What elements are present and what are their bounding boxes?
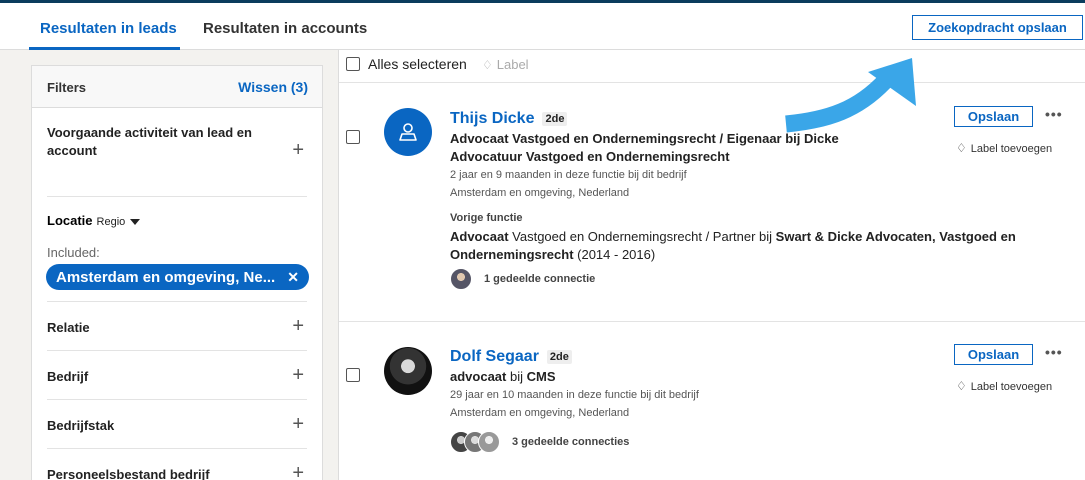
degree-badge: 2de (546, 350, 572, 364)
pill-label: Amsterdam en omgeving, Ne... (56, 268, 276, 286)
filter-label: Bedrijfstak (47, 418, 115, 433)
filter-location: Locatie Regio Included: Amsterdam en omge… (46, 197, 309, 302)
lead-card: Thijs Dicke 2de Advocaat Vastgoed en Ond… (339, 84, 1085, 322)
more-options-icon[interactable]: ••• (1045, 106, 1063, 122)
lead-actions: Opslaan ••• ♢ Label toevoegen (954, 106, 1074, 155)
shared-connections-label: 1 gedeelde connectie (484, 273, 596, 285)
tab-leads-results[interactable]: Resultaten in leads (40, 20, 177, 37)
select-all-label[interactable]: Alles selecteren (368, 56, 467, 72)
region-dropdown[interactable]: Regio (97, 216, 141, 228)
tag-icon: ♢ (482, 58, 493, 72)
filter-previous-activity[interactable]: Voorgaande activiteit van lead en accoun… (47, 108, 307, 197)
tab-bar: Resultaten in leads Resultaten in accoun… (0, 3, 1085, 50)
selection-bar: Alles selecteren ♢ Label (339, 50, 1085, 83)
add-label-link[interactable]: ♢ Label toevoegen (956, 141, 1074, 155)
filter-label: Relatie (47, 320, 90, 335)
lead-title: advocaat bij CMS (450, 369, 556, 384)
clear-filters-link[interactable]: Wissen (3) (238, 79, 308, 95)
person-silhouette-icon (399, 123, 417, 141)
results-list: Alles selecteren ♢ Label Thijs Dicke 2de … (339, 50, 1085, 480)
filter-panel: Filters Wissen (3) Voorgaande activiteit… (31, 65, 323, 480)
filter-label: Bedrijf (47, 369, 89, 384)
add-label-link[interactable]: ♢ Label toevoegen (956, 379, 1074, 393)
tab-accounts-results[interactable]: Resultaten in accounts (203, 20, 367, 37)
curved-arrow-icon (785, 58, 916, 133)
plus-icon[interactable]: + (292, 414, 304, 434)
tag-icon: ♢ (956, 141, 967, 155)
tag-icon: ♢ (956, 379, 967, 393)
previous-role: Advocaat Vastgoed en Ondernemingsrecht /… (450, 229, 1016, 262)
close-icon[interactable]: ✕ (287, 269, 299, 286)
plus-icon[interactable]: + (292, 140, 304, 160)
save-search-button[interactable]: Zoekopdracht opslaan (912, 15, 1083, 40)
filter-label: Locatie (47, 213, 93, 228)
save-lead-button[interactable]: Opslaan (954, 106, 1033, 127)
lead-name-link[interactable]: Thijs Dicke (450, 110, 534, 128)
filter-relation[interactable]: Relatie + (47, 302, 307, 351)
caret-down-icon (130, 219, 141, 226)
degree-badge: 2de (542, 112, 568, 126)
lead-info: Dolf Segaar 2de advocaat bij CMS 29 jaar… (450, 348, 930, 453)
lead-location: Amsterdam en omgeving, Nederland (450, 407, 630, 419)
previous-role-heading: Vorige functie (450, 212, 523, 224)
filter-company[interactable]: Bedrijf + (47, 351, 307, 400)
lead-name-link[interactable]: Dolf Segaar (450, 348, 539, 366)
filter-label: Voorgaande activiteit van lead en accoun… (47, 125, 252, 158)
included-label: Included: (47, 245, 100, 260)
select-all-checkbox[interactable] (346, 57, 360, 71)
plus-icon[interactable]: + (292, 365, 304, 385)
filter-industry[interactable]: Bedrijfstak + (47, 400, 307, 449)
connection-avatar (478, 431, 500, 453)
shared-connections[interactable]: 1 gedeelde connectie (450, 268, 1050, 290)
lead-checkbox[interactable] (346, 368, 360, 382)
active-tab-underline (29, 47, 180, 50)
lead-tenure: 2 jaar en 9 maanden in deze functie bij … (450, 169, 687, 181)
avatar[interactable] (384, 108, 432, 156)
avatar[interactable] (384, 347, 432, 395)
shared-connections-label: 3 gedeelde connecties (512, 436, 630, 448)
location-filter-pill: Amsterdam en omgeving, Ne... ✕ (46, 264, 309, 290)
filter-label: Personeelsbestand bedrijf (47, 467, 210, 480)
lead-actions: Opslaan ••• ♢ Label toevoegen (954, 344, 1074, 393)
lead-card: Dolf Segaar 2de advocaat bij CMS 29 jaar… (339, 323, 1085, 480)
lead-tenure: 29 jaar en 10 maanden in deze functie bi… (450, 389, 699, 401)
plus-icon[interactable]: + (292, 316, 304, 336)
filter-headcount[interactable]: Personeelsbestand bedrijf + (47, 449, 307, 480)
lead-checkbox[interactable] (346, 130, 360, 144)
shared-connections[interactable]: 3 gedeelde connecties (450, 431, 930, 453)
label-button[interactable]: ♢ Label (482, 57, 529, 72)
plus-icon[interactable]: + (292, 463, 304, 480)
lead-location: Amsterdam en omgeving, Nederland (450, 187, 630, 199)
filters-title: Filters (47, 80, 87, 95)
save-lead-button[interactable]: Opslaan (954, 344, 1033, 365)
more-options-icon[interactable]: ••• (1045, 344, 1063, 360)
connection-avatar (450, 268, 472, 290)
filter-header: Filters Wissen (3) (32, 66, 322, 108)
